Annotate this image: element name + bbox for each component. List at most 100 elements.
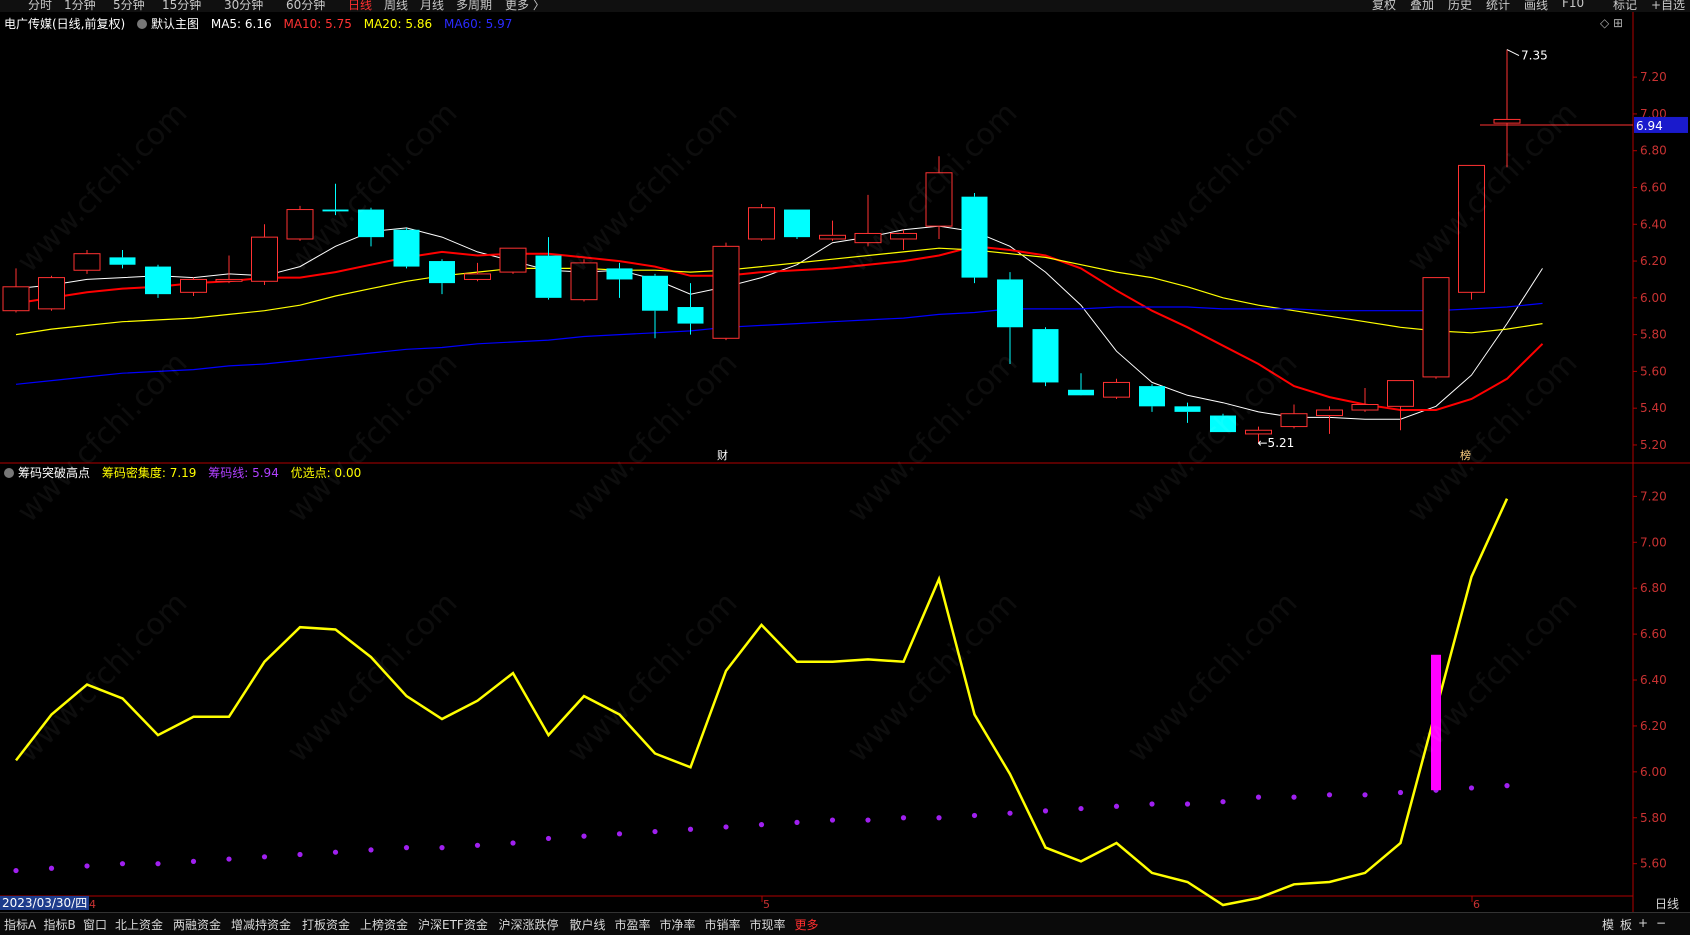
candle-body-down [1032, 329, 1059, 383]
indicator-tab[interactable]: 市现率 [750, 916, 786, 933]
y-tick-label: 6.80 [1640, 581, 1667, 595]
candle-body-up [38, 277, 65, 310]
candle-body-down [1139, 386, 1165, 407]
low-label: ←5.21 [1258, 436, 1295, 450]
indicator-tab[interactable]: 增减持资金 [231, 916, 291, 933]
chip-line-dot [652, 828, 658, 835]
chip-line-dot [687, 826, 694, 832]
high-label: 7.35 [1521, 49, 1548, 63]
chip-line-dot [794, 819, 800, 825]
candle-body-up [819, 234, 846, 240]
chip-line-dot [403, 845, 410, 851]
candle-body-down [642, 275, 668, 311]
panel-control[interactable]: 板 [1620, 916, 1632, 933]
panel-control[interactable]: 模 [1602, 916, 1614, 933]
y-tick-label: 6.20 [1640, 254, 1667, 268]
chip-line-dot [829, 817, 836, 823]
indicator-tab[interactable]: 窗口 [83, 916, 107, 933]
indicator-tab[interactable]: 沪深涨跌停 [499, 916, 559, 933]
chip-line-dot [1326, 792, 1333, 798]
candle-body-down [961, 196, 988, 278]
chip-line-dot [545, 835, 552, 842]
candle [606, 262, 633, 298]
candle [1174, 402, 1201, 423]
chip-line-dot [1149, 801, 1155, 807]
indicator-tab[interactable]: 两融资金 [173, 916, 221, 933]
candle-body-up [1103, 381, 1130, 398]
chip-line-dot [13, 867, 19, 874]
candle-body-up [499, 247, 527, 273]
ma-line-ma60 [15, 302, 1543, 385]
x-tick-label: 5 [763, 898, 770, 911]
y-tick-label: 6.00 [1640, 291, 1667, 305]
candle-body-down [677, 307, 704, 324]
indicator-tab[interactable]: 市盈率 [615, 916, 651, 933]
chip-line-dot [1397, 789, 1404, 796]
indicator-tab[interactable]: 沪深ETF资金 [418, 916, 488, 933]
candle [73, 250, 101, 274]
indicator-tab[interactable]: 指标B [44, 916, 76, 933]
ma5-label: MA5: 6.16 [210, 17, 272, 31]
candle [1387, 380, 1414, 431]
ma60-label: MA60: 5.97 [443, 17, 513, 31]
candle-body-up [712, 245, 740, 339]
panel-control[interactable]: − [1656, 916, 1666, 930]
settings-icon [137, 19, 148, 29]
chip-line-dot [723, 824, 729, 830]
chip-line-dot [226, 856, 232, 862]
candle [535, 237, 562, 300]
indicator-tabbar: 指标A 指标B 窗口 北上资金 两融资金 增减持资金 打板资金 上榜资金 沪深ETF资金 沪深涨跌… [0, 912, 1690, 935]
candle [1316, 406, 1343, 434]
candle [1139, 384, 1165, 412]
indicator-tab[interactable]: 市净率 [660, 916, 696, 933]
panel-control[interactable]: + [1638, 916, 1648, 930]
y-tick-label: 5.40 [1640, 401, 1667, 415]
stock-name[interactable]: 电广传媒(日线,前复权) [4, 17, 125, 31]
indicator-tab[interactable]: 更多 [795, 916, 819, 933]
chip-line-dot [900, 815, 907, 821]
settings-icon [4, 468, 14, 478]
indicator-tab[interactable]: 指标A [4, 916, 36, 933]
y-tick-label: 6.80 [1640, 144, 1667, 158]
chip-line-dot [971, 812, 978, 819]
chip-line-dot [190, 858, 197, 864]
chip-line-dot [48, 865, 55, 871]
candle-body-down [1174, 406, 1201, 412]
finance-marker: 财 [717, 448, 728, 462]
y-tick-label: 7.00 [1640, 535, 1667, 549]
indicator-tab[interactable]: 市销率 [705, 916, 741, 933]
chip-line-dot [1042, 808, 1049, 814]
y-tick-label: 5.60 [1640, 857, 1667, 871]
candle [499, 247, 527, 274]
candle [1068, 373, 1094, 396]
indicator-tab[interactable]: 散户线 [570, 916, 606, 933]
candle-body-up [1422, 277, 1450, 378]
chip-line-dot [155, 861, 161, 867]
y-tick-label: 6.20 [1640, 719, 1667, 733]
y-tick-label: 7.20 [1640, 489, 1667, 503]
chip-line-dot [1468, 785, 1475, 791]
chip-line-dot [1255, 794, 1262, 800]
x-tick-label: 4 [89, 898, 96, 911]
concentration-line [15, 498, 1509, 907]
y-tick-label: 6.60 [1640, 180, 1667, 194]
candle-body-down [145, 266, 171, 295]
candle [642, 273, 668, 339]
indicator-tab[interactable]: 打板资金 [302, 916, 350, 933]
indicator-tab[interactable]: 上榜资金 [360, 916, 408, 933]
chip-line-dot [332, 849, 339, 855]
indicator-tab[interactable]: 北上资金 [115, 916, 163, 933]
chip-line-dot [936, 815, 942, 821]
candle-body-down [535, 255, 562, 298]
candle [1422, 277, 1450, 379]
y-tick-label: 5.80 [1640, 811, 1667, 825]
chip-line-dot [474, 842, 481, 848]
candle-body-up [1493, 118, 1521, 124]
candle [429, 259, 455, 295]
candle [251, 224, 278, 285]
template-selector[interactable]: 默认主图 [137, 17, 199, 31]
candle [145, 264, 171, 298]
chip-line-dot [581, 833, 587, 839]
chip-line-dot [84, 863, 90, 869]
candle-body-down [393, 229, 420, 267]
